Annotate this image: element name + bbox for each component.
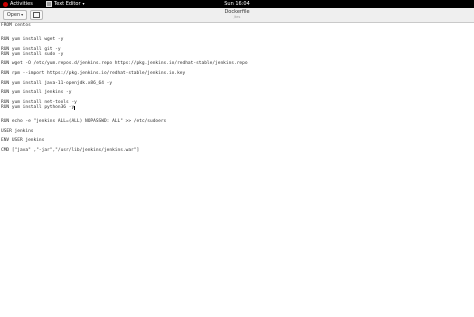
code-text[interactable]: FROM centos RUN yum install wget -y RUN yu… bbox=[1, 23, 248, 154]
top-bar: Activities Text Editor ▾ Sun 16:04 bbox=[0, 0, 474, 8]
document-path: /tes bbox=[233, 15, 241, 19]
text-cursor bbox=[74, 105, 75, 111]
text-editor-area[interactable]: FROM centos RUN yum install wget -y RUN yu… bbox=[0, 23, 474, 317]
code-line[interactable]: RUN wget -O /etc/yum.repos.d/jenkins.rep… bbox=[1, 62, 248, 67]
clock[interactable]: Sun 16:04 bbox=[0, 0, 474, 8]
window-title: Dockerfile /tes bbox=[0, 9, 474, 19]
code-line[interactable]: CMD ["java" ,"-jar","/usr/lib/jenkins/je… bbox=[1, 148, 248, 154]
header-bar: Open▾ Dockerfile /tes bbox=[0, 8, 474, 23]
